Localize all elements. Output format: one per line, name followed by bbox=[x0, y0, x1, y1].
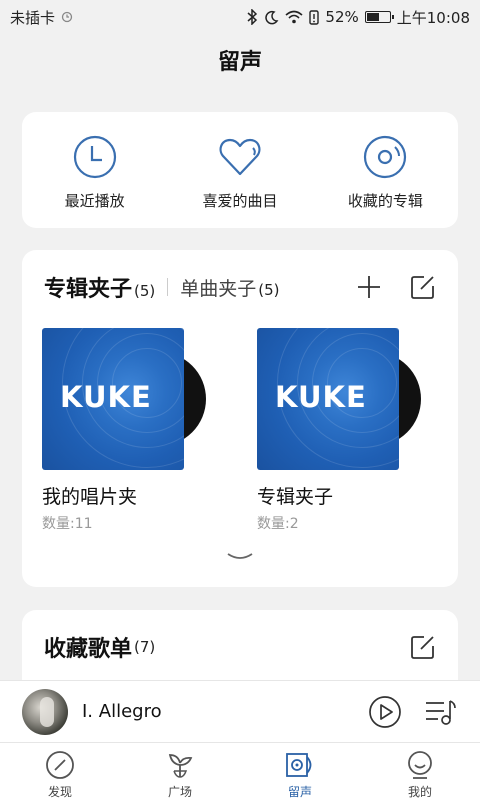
album-cover-group: KUKE bbox=[42, 328, 206, 470]
quick-item-favorites[interactable]: 喜爱的曲目 bbox=[167, 112, 312, 228]
edit-icon[interactable] bbox=[410, 634, 436, 660]
album-cover: KUKE bbox=[257, 328, 399, 470]
tab-single-clips-count: (5) bbox=[258, 280, 280, 299]
tab-album-clips-label: 专辑夹子 bbox=[44, 277, 133, 302]
sprout-icon bbox=[168, 754, 193, 778]
nav-item-liusheng[interactable]: 留声 bbox=[240, 743, 360, 800]
user-icon bbox=[408, 751, 432, 779]
album-name: 专辑夹子 bbox=[257, 486, 334, 508]
tab-album-clips[interactable]: 专辑夹子 (5) bbox=[44, 271, 155, 303]
album-item[interactable]: KUKE 我的唱片夹 数量:11 bbox=[42, 328, 207, 533]
status-bar: 未插卡 52% 上午10:08 bbox=[0, 0, 480, 34]
wifi-icon bbox=[285, 10, 303, 24]
tab-album-clips-count: (5) bbox=[134, 282, 156, 300]
tab-single-clips-label: 单曲夹子 bbox=[180, 277, 257, 300]
kuke-logo: KUKE bbox=[60, 380, 152, 414]
now-playing-artwork[interactable] bbox=[22, 688, 68, 735]
play-icon[interactable] bbox=[368, 695, 402, 729]
mini-player[interactable]: I. Allegro bbox=[0, 680, 480, 742]
bluetooth-icon bbox=[247, 9, 258, 25]
album-name: 我的唱片夹 bbox=[42, 486, 138, 508]
quick-item-label: 最近播放 bbox=[64, 192, 125, 210]
battery-icon bbox=[364, 11, 394, 23]
bottom-nav: 发现 广场 留声 我的 bbox=[0, 742, 480, 800]
nav-label: 发现 bbox=[47, 785, 72, 799]
album-list: KUKE 我的唱片夹 数量:11 KUKE 专辑夹子 数量:2 bbox=[42, 328, 458, 533]
carrier-text: 未插卡 bbox=[10, 8, 56, 27]
nav-label: 留声 bbox=[287, 785, 312, 799]
vinyl-box-icon bbox=[286, 753, 312, 777]
nav-item-mine[interactable]: 我的 bbox=[360, 743, 480, 800]
nav-item-discover[interactable]: 发现 bbox=[0, 743, 120, 800]
now-playing-title: I. Allegro bbox=[82, 701, 162, 722]
tab-divider bbox=[167, 278, 169, 296]
playlist-section-header: 收藏歌单 (7) bbox=[44, 632, 436, 662]
add-icon[interactable] bbox=[356, 274, 382, 300]
compass-icon bbox=[46, 751, 74, 779]
album-count: 数量:11 bbox=[42, 516, 93, 532]
album-cover: KUKE bbox=[42, 328, 184, 470]
album-count: 数量:2 bbox=[257, 516, 299, 532]
kuke-logo: KUKE bbox=[275, 380, 367, 414]
album-clips-card: 专辑夹子 (5) 单曲夹子 (5) KUKE 我的唱片夹 数量:11 KUKE … bbox=[22, 250, 458, 587]
album-cover-group: KUKE bbox=[257, 328, 421, 470]
playlist-section-count: (7) bbox=[134, 638, 156, 656]
phone-battery-saver-icon bbox=[309, 9, 320, 25]
disc-icon bbox=[364, 135, 407, 179]
playlist-section-title: 收藏歌单 bbox=[44, 637, 133, 662]
sim-icon bbox=[61, 11, 73, 23]
heart-icon bbox=[219, 138, 261, 176]
edit-icon[interactable] bbox=[410, 274, 436, 300]
battery-percent: 52% bbox=[325, 8, 359, 26]
quick-item-saved-albums[interactable]: 收藏的专辑 bbox=[313, 112, 458, 228]
chevron-down-icon[interactable] bbox=[225, 550, 255, 564]
quick-item-recent[interactable]: 最近播放 bbox=[22, 112, 167, 228]
page-title: 留声 bbox=[217, 50, 262, 75]
album-section-header: 专辑夹子 (5) 单曲夹子 (5) bbox=[44, 272, 436, 302]
quick-item-label: 喜爱的曲目 bbox=[202, 192, 278, 210]
moon-icon bbox=[265, 10, 279, 24]
tab-single-clips[interactable]: 单曲夹子 (5) bbox=[180, 274, 279, 301]
quick-item-label: 收藏的专辑 bbox=[347, 192, 423, 210]
nav-label: 我的 bbox=[407, 785, 432, 799]
nav-item-square[interactable]: 广场 bbox=[120, 743, 240, 800]
clock-icon bbox=[73, 135, 116, 179]
clock-time: 上午10:08 bbox=[396, 8, 470, 27]
nav-label: 广场 bbox=[167, 785, 192, 799]
playlist-icon[interactable] bbox=[424, 697, 458, 727]
album-item[interactable]: KUKE 专辑夹子 数量:2 bbox=[257, 328, 422, 533]
quick-actions-card: 最近播放 喜爱的曲目 收藏的专辑 bbox=[22, 112, 458, 228]
